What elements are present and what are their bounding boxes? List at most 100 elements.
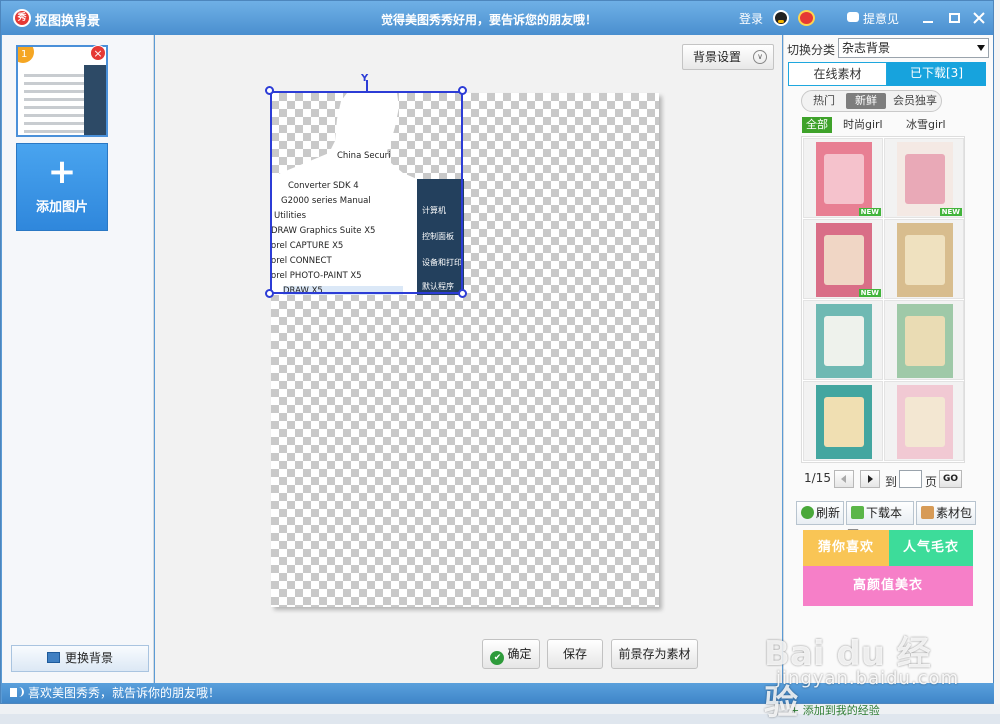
add-image-label: 添加图片: [35, 200, 88, 215]
next-page-button[interactable]: [860, 470, 880, 488]
resize-handle-bottom-right[interactable]: [458, 289, 467, 298]
window-title: 抠图换背景: [35, 14, 101, 29]
download-page-button[interactable]: 下载本页: [846, 501, 914, 542]
material-preview-card: [905, 316, 945, 366]
material-preview: [897, 304, 953, 378]
material-preview: [816, 304, 872, 378]
material-preview-card: [824, 316, 864, 366]
right-panel: 切换分类 杂志背景 在线素材 已下载[3] 热门 新鲜 会员独享 全部 时尚gi…: [783, 35, 993, 683]
material-tile[interactable]: [884, 219, 964, 299]
go-button[interactable]: GO: [939, 470, 962, 488]
delete-thumbnail-button[interactable]: ×: [90, 45, 106, 61]
material-preview-card: [905, 235, 945, 285]
material-tile[interactable]: [884, 381, 964, 461]
slogan-text[interactable]: 觉得美图秀秀好用，要告诉您的朋友哦！: [381, 11, 597, 28]
save-foreground-button[interactable]: 前景存为素材: [611, 639, 698, 669]
thumbnail-side: [84, 65, 106, 135]
feedback-icon: [847, 12, 859, 22]
resize-handle-top-left[interactable]: [265, 86, 274, 95]
package-icon: [921, 506, 934, 519]
feedback-link[interactable]: 提意见: [863, 10, 899, 27]
filter-new[interactable]: 新鲜: [846, 93, 886, 109]
minimize-button[interactable]: [919, 9, 937, 27]
filter-segment: 热门 新鲜 会员独享: [801, 90, 942, 112]
change-background-button[interactable]: 更换背景: [11, 645, 149, 672]
chevron-down-icon: ∨: [753, 50, 767, 64]
tab-online-materials[interactable]: 在线素材: [788, 62, 887, 86]
close-icon: [973, 12, 985, 24]
dropdown-arrow-icon: [977, 45, 985, 51]
title-bar: 秀 抠图换背景 觉得美图秀秀好用，要告诉您的朋友哦！ 登录 提意见: [1, 1, 993, 35]
background-settings-button[interactable]: 背景设置 ∨: [682, 44, 774, 70]
login-link[interactable]: 登录: [739, 10, 763, 27]
material-pack-label: 素材包: [936, 506, 973, 520]
material-preview-card: [824, 154, 864, 204]
tab-downloaded[interactable]: 已下载[3]: [887, 62, 986, 86]
plus-icon: +: [47, 152, 77, 192]
material-pack-button[interactable]: 素材包: [916, 501, 976, 525]
material-tile[interactable]: [803, 300, 883, 380]
material-preview: [897, 142, 953, 216]
speaker-icon: [10, 687, 24, 697]
maximize-icon: [948, 13, 960, 23]
switch-category-label: 切换分类: [787, 43, 836, 57]
subfilter-ice-girl[interactable]: 冰雪girl: [906, 117, 946, 133]
new-badge: NEW: [858, 289, 881, 297]
left-panel: 1 × + 添加图片 更换背景: [2, 35, 154, 683]
material-preview: [897, 385, 953, 459]
app: + 添加到我的经验 秀 抠图换背景 觉得美图秀秀好用，要告诉您的朋友哦！ 登录 …: [0, 0, 1000, 723]
change-background-label: 更换背景: [64, 651, 113, 665]
check-icon: ✔: [490, 651, 505, 665]
material-preview-card: [824, 235, 864, 285]
qq-icon[interactable]: [773, 10, 789, 26]
page-number-input[interactable]: [899, 470, 922, 488]
prev-page-button[interactable]: [834, 470, 854, 488]
canvas-area: 背景设置 ∨ China Securi Converter SDK 4 G200…: [155, 35, 782, 683]
close-button[interactable]: [970, 9, 988, 27]
material-tile[interactable]: NEW: [884, 138, 964, 218]
refresh-button[interactable]: 刷新: [796, 501, 844, 525]
selection-box[interactable]: [270, 91, 463, 294]
filter-member[interactable]: 会员独享: [889, 93, 941, 109]
rotate-handle-icon[interactable]: Y: [361, 73, 368, 84]
banner-popular-sweater[interactable]: 人气毛衣: [889, 530, 973, 566]
filter-hot[interactable]: 热门: [804, 93, 844, 109]
save-button[interactable]: 保存: [547, 639, 603, 669]
background-settings-label: 背景设置: [693, 50, 742, 64]
resize-handle-bottom-left[interactable]: [265, 289, 274, 298]
material-tile[interactable]: NEW: [803, 219, 883, 299]
desktop-edge-right: [994, 0, 1000, 714]
category-value: 杂志背景: [842, 41, 891, 55]
weibo-icon[interactable]: [798, 10, 815, 26]
image-icon: [46, 652, 60, 663]
page-info: 1/15: [804, 471, 831, 485]
material-preview-card: [905, 154, 945, 204]
material-preview-card: [824, 397, 864, 447]
material-tile[interactable]: [803, 381, 883, 461]
new-badge: NEW: [939, 208, 962, 216]
category-select[interactable]: 杂志背景: [838, 38, 989, 58]
subfilter-all[interactable]: 全部: [802, 117, 832, 133]
material-preview-card: [905, 397, 945, 447]
material-tile[interactable]: NEW: [803, 138, 883, 218]
main-window: 秀 抠图换背景 觉得美图秀秀好用，要告诉您的朋友哦！ 登录 提意见 1 × +: [0, 0, 994, 704]
refresh-icon: [801, 506, 814, 519]
new-badge: NEW: [858, 208, 881, 216]
minimize-icon: [923, 21, 933, 23]
material-tile[interactable]: [884, 300, 964, 380]
subfilter-fashion-girl[interactable]: 时尚girl: [843, 117, 883, 133]
material-preview: [816, 142, 872, 216]
maximize-button[interactable]: [945, 9, 963, 27]
resize-handle-top-right[interactable]: [458, 86, 467, 95]
confirm-button[interactable]: ✔ 确定: [482, 639, 540, 669]
banner-guess-you-like[interactable]: 猜你喜欢: [803, 530, 889, 566]
thumbnail-content: [24, 69, 84, 135]
material-preview: [816, 223, 872, 297]
banner-stylish-clothes[interactable]: 高颜值美衣: [803, 566, 973, 606]
goto-label: 到: [885, 475, 898, 489]
status-text: 喜欢美图秀秀，就告诉你的朋友哦！: [28, 686, 221, 700]
download-icon: [851, 506, 864, 519]
add-image-button[interactable]: + 添加图片: [16, 143, 108, 231]
material-preview: [816, 385, 872, 459]
app-logo-icon: 秀: [13, 9, 31, 27]
